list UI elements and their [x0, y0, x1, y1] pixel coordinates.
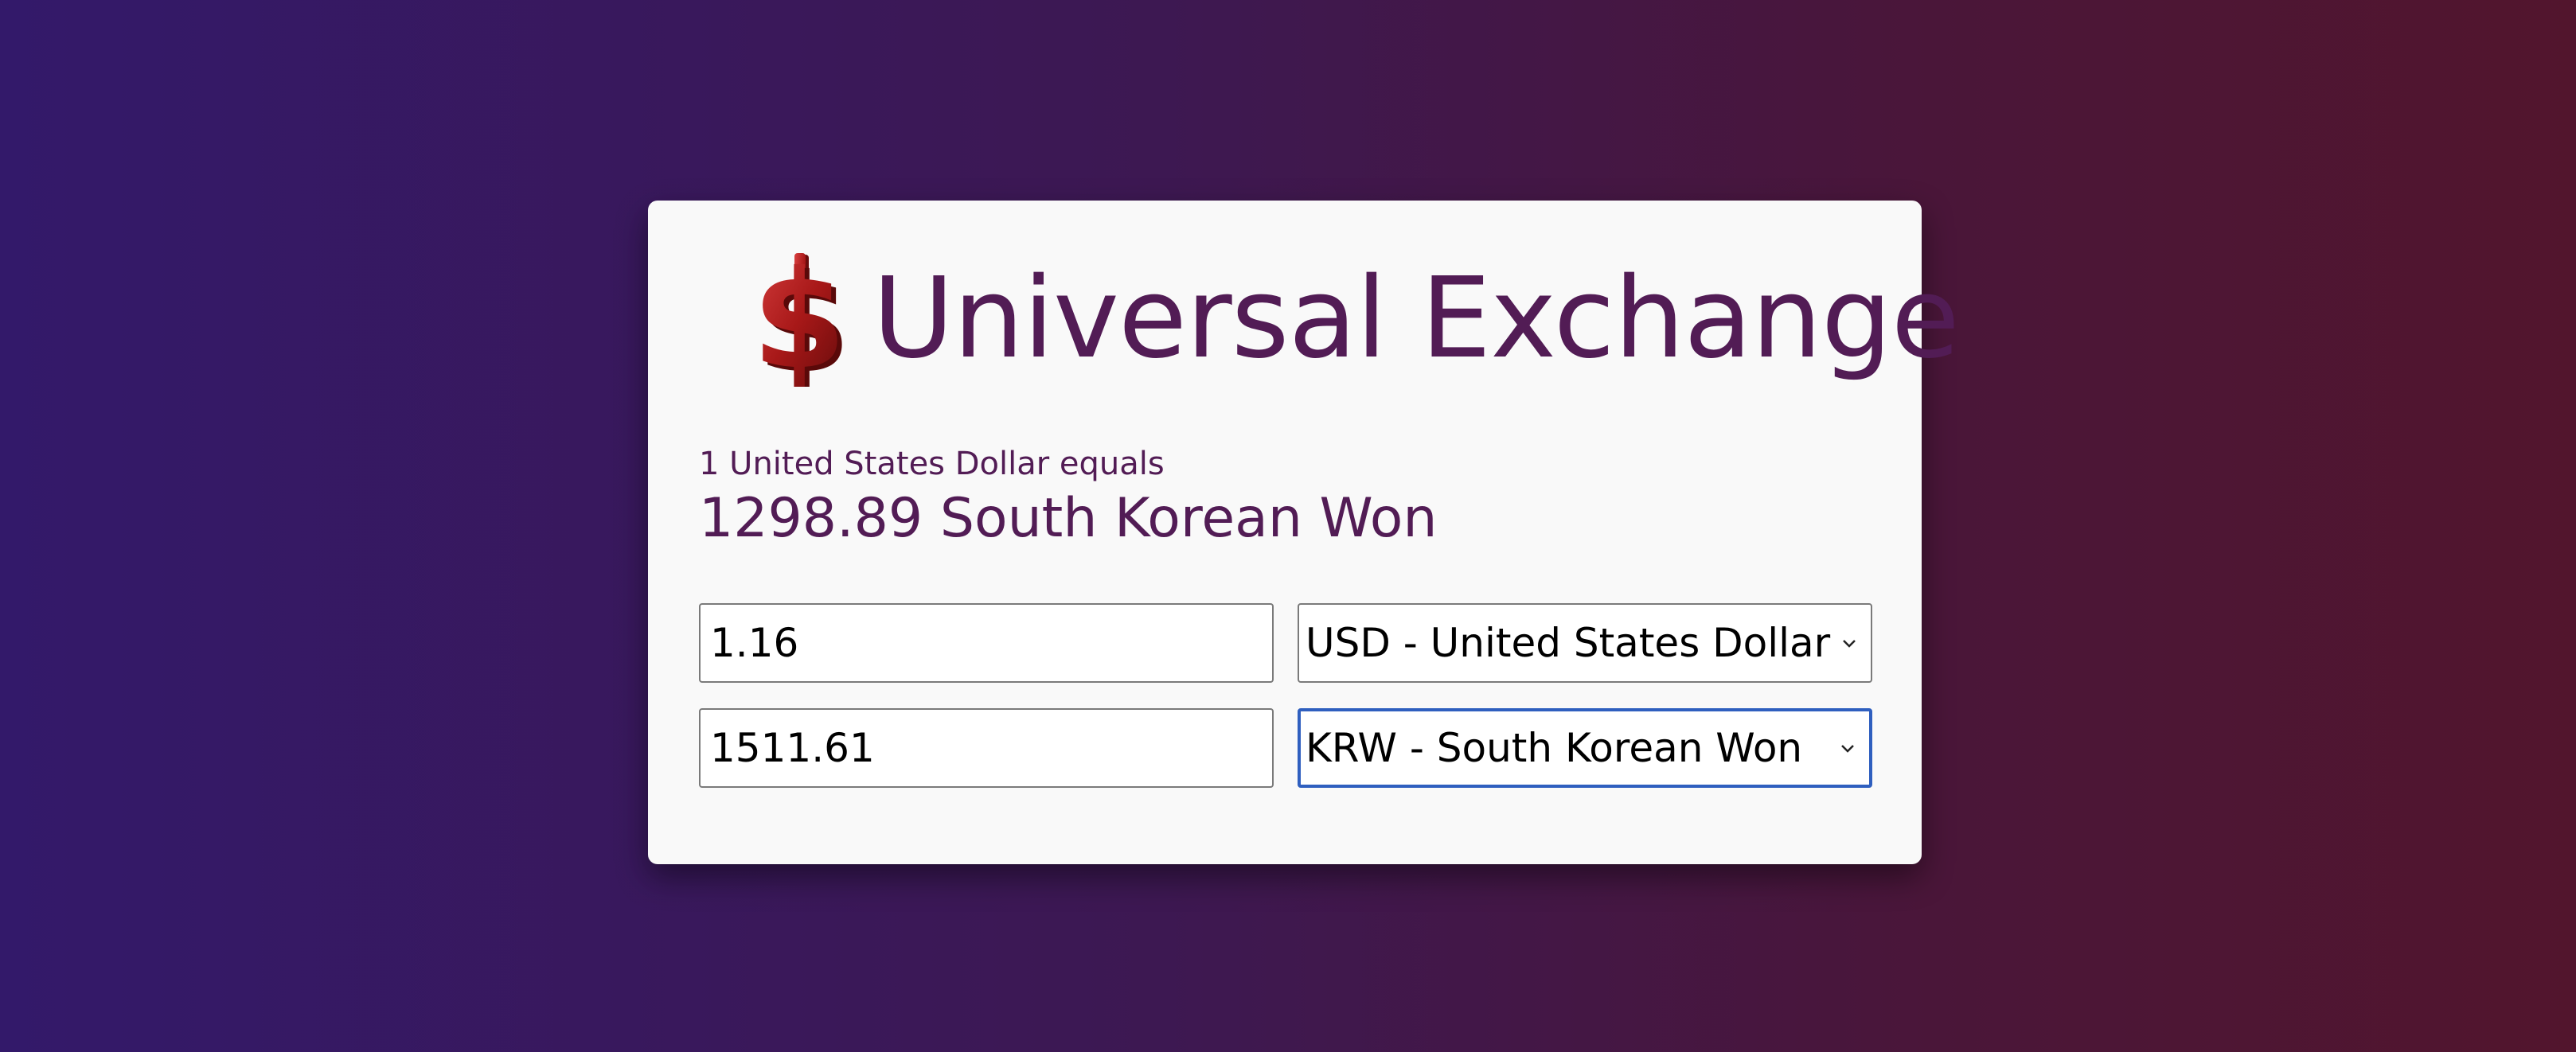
to-currency-value: KRW - South Korean Won [1306, 725, 1803, 771]
chevron-down-icon [1843, 640, 1856, 648]
rate-caption: 1 United States Dollar equals [699, 446, 1165, 482]
from-amount-input[interactable]: 1.16 [699, 603, 1274, 683]
app-header: $ $ Universal Exchange [753, 251, 1960, 387]
chevron-down-icon [1841, 745, 1854, 753]
rate-result: 1298.89 South Korean Won [699, 487, 1438, 550]
converter-card: $ $ Universal Exchange 1 United States D… [648, 201, 1960, 864]
from-currency-value: USD - United States Dollar [1306, 620, 1831, 666]
dollar-sign-icon: $ $ [753, 251, 851, 387]
app-title: Universal Exchange [872, 254, 1960, 384]
to-amount-input[interactable]: 1511.61 [699, 708, 1274, 788]
to-currency-select[interactable]: KRW - South Korean Won [1298, 708, 1872, 788]
svg-text:$: $ [753, 251, 846, 387]
from-currency-select[interactable]: USD - United States Dollar [1298, 603, 1872, 683]
